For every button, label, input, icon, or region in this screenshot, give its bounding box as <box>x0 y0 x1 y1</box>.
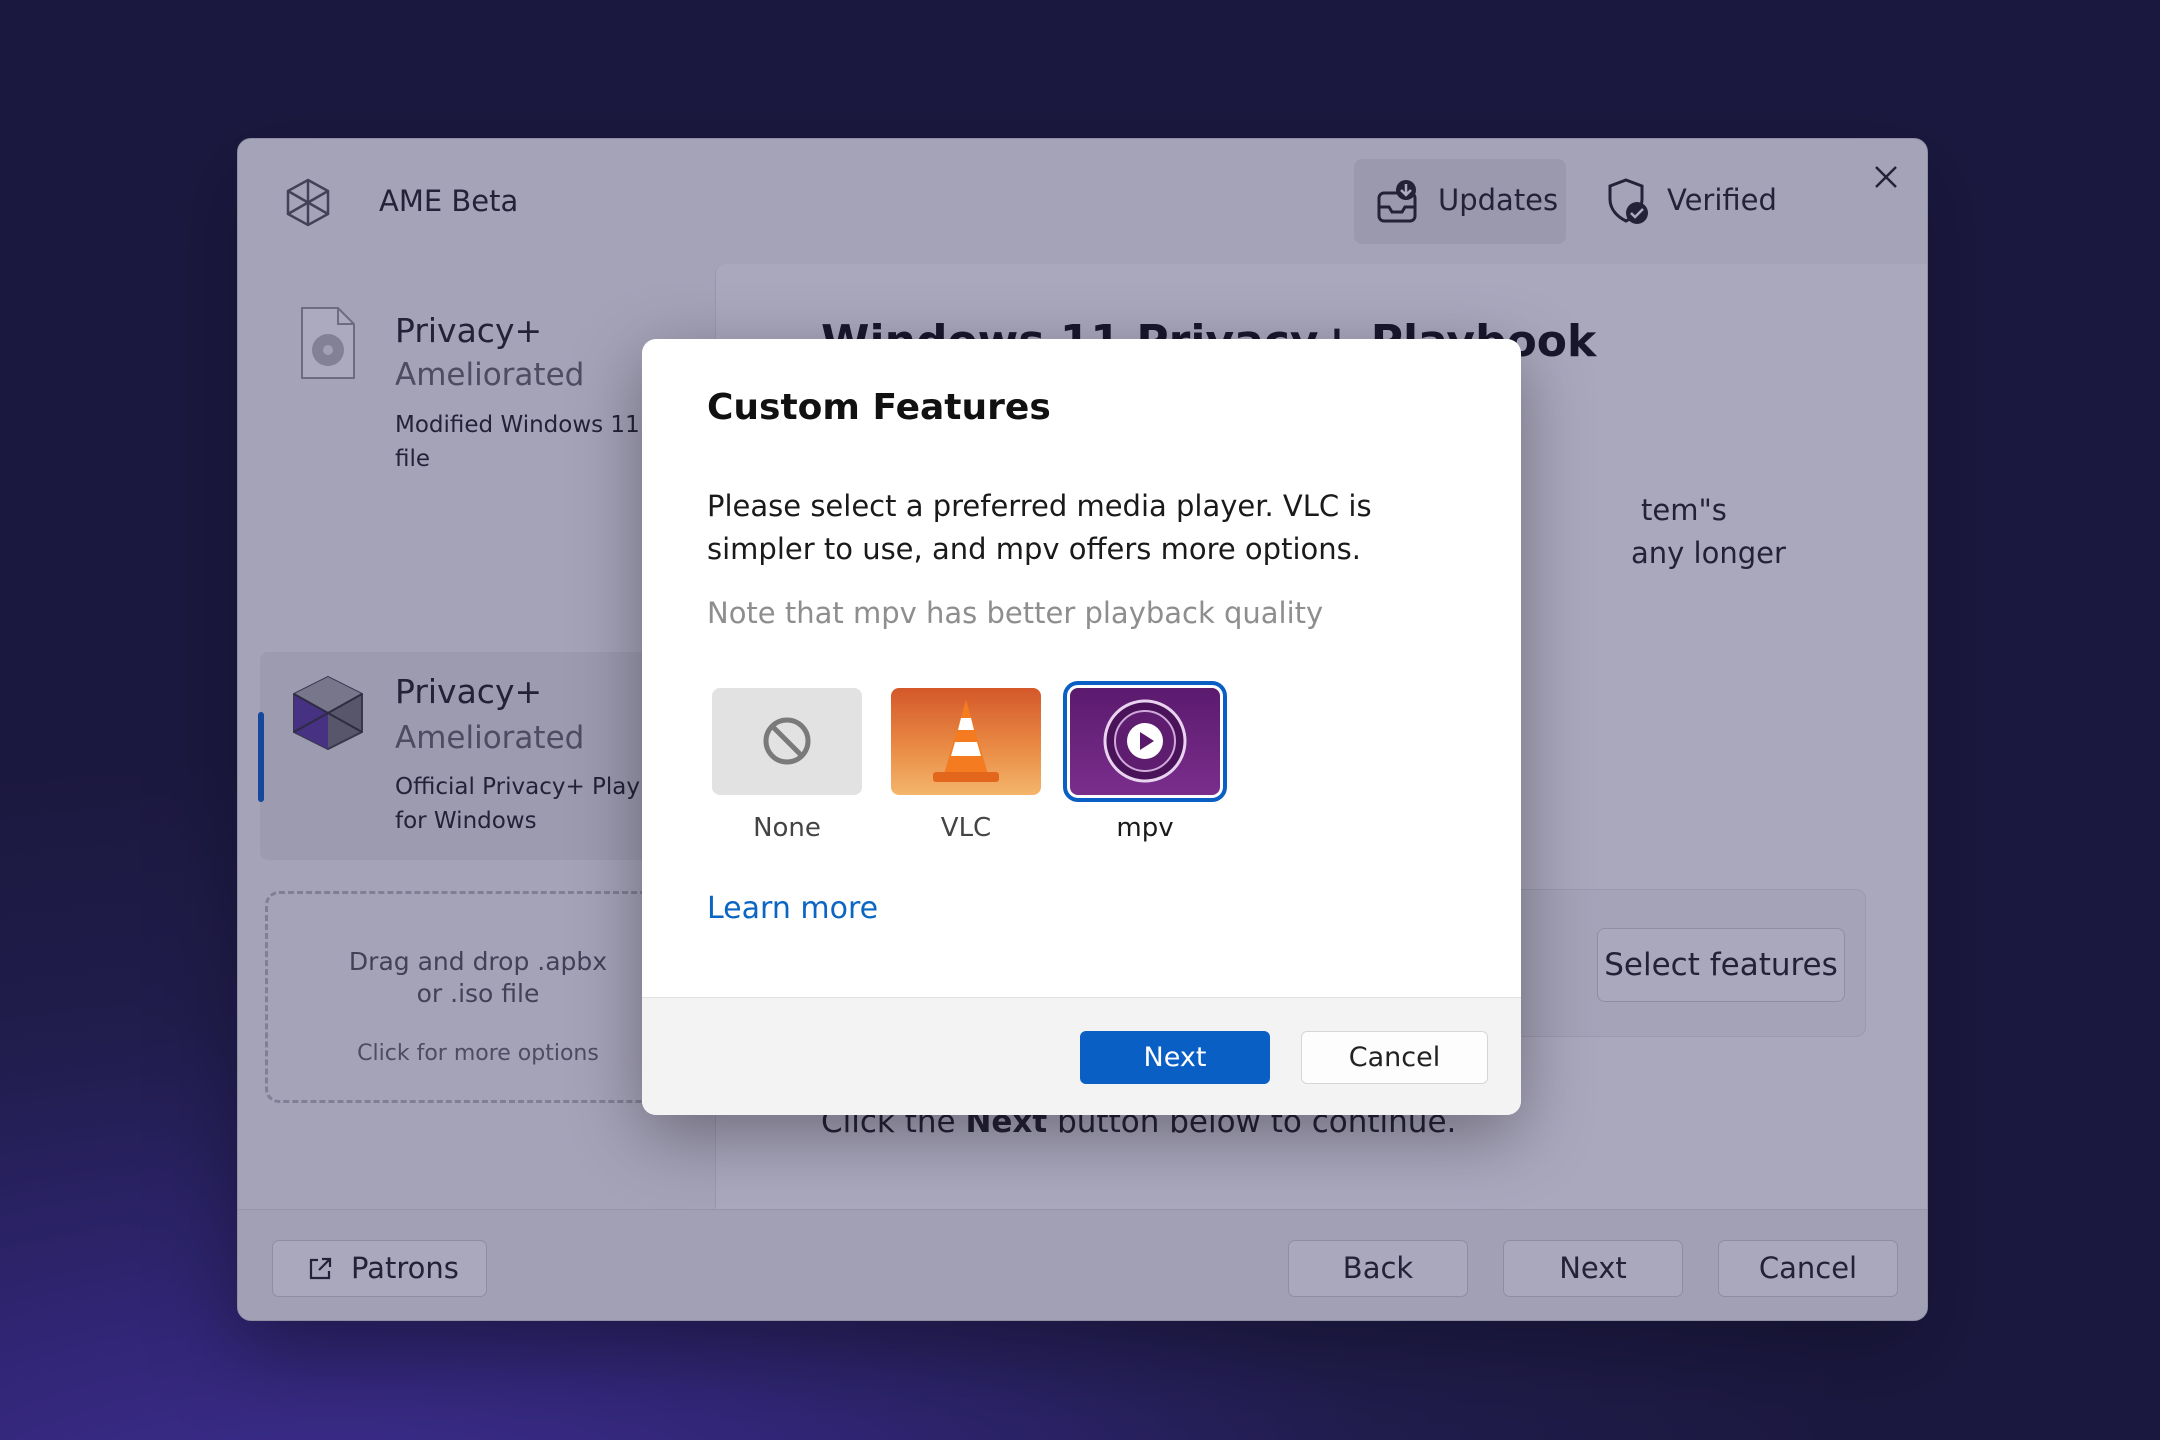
option-label: VLC <box>940 813 992 843</box>
learn-more-link[interactable]: Learn more <box>707 891 878 926</box>
option-label: None <box>753 813 821 843</box>
dialog-note: Note that mpv has better playback qualit… <box>707 596 1324 630</box>
option-tile[interactable] <box>1063 681 1227 802</box>
vlc-cone-icon <box>933 700 999 782</box>
dialog-text: Please select a preferred media player. … <box>707 489 1372 566</box>
option-label: mpv <box>1116 813 1174 843</box>
option-tile[interactable] <box>891 688 1041 795</box>
mpv-play-icon <box>1103 699 1187 783</box>
dialog-cancel-button[interactable]: Cancel <box>1301 1031 1488 1084</box>
dialog-next-button[interactable]: Next <box>1080 1031 1270 1084</box>
dialog-footer: Next Cancel <box>642 997 1521 1115</box>
dialog-title: Custom Features <box>707 387 1051 428</box>
custom-features-dialog: Custom Features Please select a preferre… <box>642 339 1521 1115</box>
none-icon <box>763 717 811 765</box>
option-tile[interactable] <box>712 688 862 795</box>
